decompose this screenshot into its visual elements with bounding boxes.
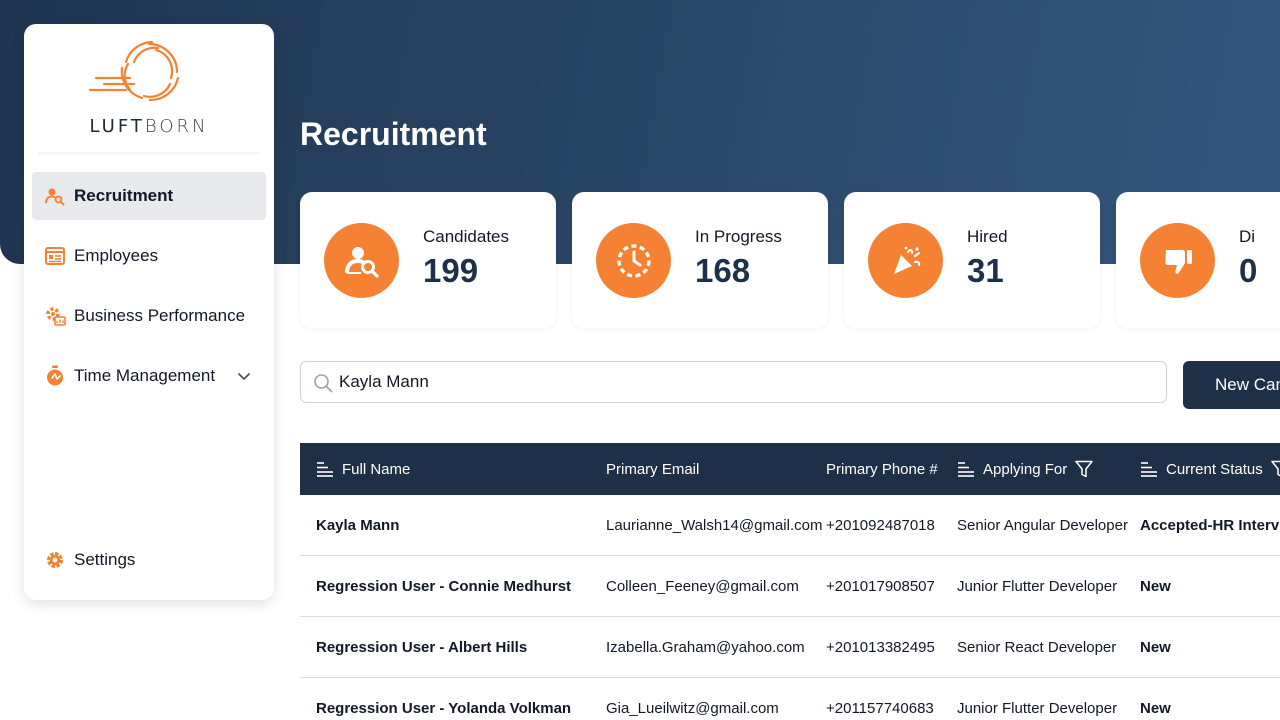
sort-icon[interactable] (1140, 460, 1158, 478)
filter-icon[interactable] (1075, 460, 1093, 478)
sidebar-item-label: Employees (74, 246, 159, 265)
cell-full-name: Regression User - Yolanda Volkman (316, 699, 572, 717)
cell-applying-for: Junior Flutter Developer (957, 699, 1118, 717)
in-progress-icon (596, 223, 671, 298)
sidebar-item-label: Business Performance (74, 306, 246, 325)
table-row[interactable]: Regression User - Connie Medhurst Collee… (300, 556, 1280, 617)
column-header-phone[interactable]: Primary Phone # (826, 443, 938, 495)
column-header-label: Applying For (983, 460, 1068, 478)
table-header: Full Name Primary Email Primary Phone # … (300, 443, 1280, 495)
cell-email: Gia_Lueilwitz@gmail.com (606, 699, 779, 717)
logo-swirl-icon (88, 40, 180, 102)
cell-phone: +201157740683 (826, 699, 934, 717)
stat-card-candidates[interactable]: Candidates 199 (300, 192, 556, 328)
gear-icon (44, 549, 66, 571)
sidebar-item-business-performance[interactable]: Business Performance (32, 292, 266, 340)
stat-label: Di (1239, 227, 1256, 246)
sidebar-item-label: Recruitment (74, 186, 174, 205)
cell-phone: +201092487018 (826, 516, 935, 534)
cell-full-name: Regression User - Albert Hills (316, 638, 528, 656)
cell-status: Accepted-HR Intervi (1140, 516, 1280, 534)
sidebar: LUFTBORN Recruitment Employees Business … (24, 24, 274, 600)
cell-full-name: Regression User - Connie Medhurst (316, 577, 572, 595)
logo-text-light: BORN (144, 116, 209, 137)
cell-applying-for: Senior React Developer (957, 638, 1117, 656)
sidebar-divider (38, 152, 260, 155)
column-header-label: Full Name (342, 460, 411, 478)
recruitment-page: LUFTBORN Recruitment Employees Business … (0, 0, 1280, 720)
stat-card-hired[interactable]: Hired 31 (844, 192, 1100, 328)
table-row[interactable]: Regression User - Yolanda Volkman Gia_Lu… (300, 678, 1280, 720)
cell-status: New (1140, 638, 1171, 656)
page-title: Recruitment (300, 116, 487, 152)
sidebar-item-settings[interactable]: Settings (32, 536, 266, 584)
chevron-down-icon[interactable] (236, 368, 252, 384)
stat-value: 168 (695, 252, 751, 289)
new-candidate-button[interactable]: New Can (1183, 361, 1280, 409)
column-header-applying-for[interactable]: Applying For (957, 443, 1093, 495)
column-header-full-name[interactable]: Full Name (316, 443, 410, 495)
stat-label: Candidates (423, 227, 510, 246)
filter-icon[interactable] (1270, 460, 1280, 478)
cell-phone: +201013382495 (826, 638, 935, 656)
stat-value: 199 (423, 252, 479, 289)
cell-status: New (1140, 577, 1171, 595)
sidebar-item-employees[interactable]: Employees (32, 232, 266, 280)
search-icon (314, 374, 333, 393)
cell-status: New (1140, 699, 1171, 717)
table-row[interactable]: Regression User - Albert Hills Izabella.… (300, 617, 1280, 678)
stat-label: In Progress (695, 227, 782, 246)
search-bar (300, 361, 1167, 403)
hired-icon (868, 223, 943, 298)
column-header-label: Primary Email (606, 460, 700, 478)
thumbs-down-icon (1140, 223, 1215, 298)
sort-icon[interactable] (957, 460, 975, 478)
sidebar-item-label: Time Management (74, 366, 216, 385)
stat-card-disqualified[interactable]: Di 0 (1116, 192, 1280, 328)
stat-label: Hired (967, 227, 1008, 246)
column-header-label: Current Status (1166, 460, 1263, 478)
cell-applying-for: Junior Flutter Developer (957, 577, 1118, 595)
cell-phone: +201017908507 (826, 577, 935, 595)
recruitment-icon (44, 185, 66, 207)
employees-icon (44, 245, 66, 267)
time-management-icon (44, 365, 66, 387)
sidebar-item-label: Settings (74, 550, 136, 569)
cell-email: Colleen_Feeney@gmail.com (606, 577, 799, 595)
table-row[interactable]: Kayla Mann Laurianne_Walsh14@gmail.com +… (300, 495, 1280, 556)
stat-card-in-progress[interactable]: In Progress 168 (572, 192, 828, 328)
cell-email: Laurianne_Walsh14@gmail.com (606, 516, 823, 534)
search-input[interactable] (339, 370, 1139, 394)
sort-icon[interactable] (316, 460, 334, 478)
business-performance-icon (44, 305, 66, 327)
stat-value: 0 (1239, 252, 1258, 289)
stat-value: 31 (967, 252, 1004, 289)
candidates-icon (324, 223, 399, 298)
logo-wordmark: LUFTBORN (86, 116, 212, 137)
logo-text-bold: LUFT (89, 116, 145, 137)
luftborn-logo[interactable]: LUFTBORN (86, 38, 212, 148)
column-header-email[interactable]: Primary Email (606, 443, 699, 495)
cell-email: Izabella.Graham@yahoo.com (606, 638, 805, 656)
sidebar-item-recruitment[interactable]: Recruitment (32, 172, 266, 220)
column-header-label: Primary Phone # (826, 460, 938, 478)
column-header-current-status[interactable]: Current Status (1140, 443, 1280, 495)
sidebar-item-time-management[interactable]: Time Management (32, 352, 266, 400)
cell-full-name: Kayla Mann (316, 516, 400, 534)
cell-applying-for: Senior Angular Developer (957, 516, 1128, 534)
